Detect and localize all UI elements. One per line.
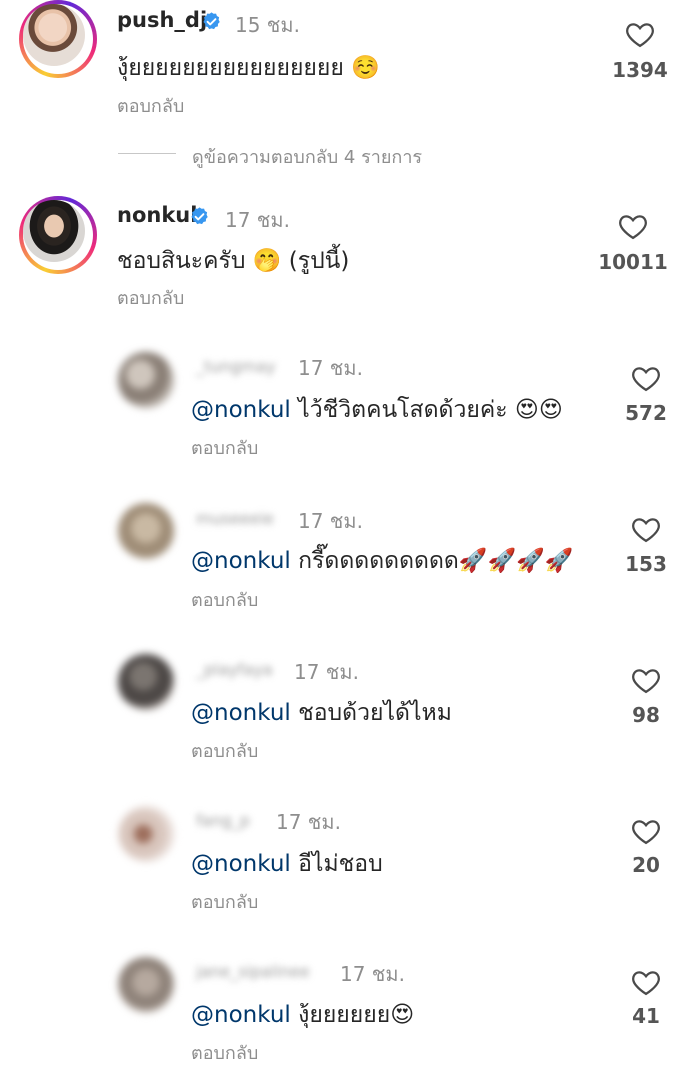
like-count: 572	[625, 401, 667, 425]
reply-button[interactable]: ตอบกลับ	[191, 433, 258, 462]
divider	[118, 153, 176, 154]
username[interactable]: _tungmay	[196, 357, 276, 376]
timestamp: 17 ชม.	[298, 509, 363, 533]
like-count: 1394	[612, 58, 668, 82]
view-replies-label: ดูข้อความตอบกลับ 4 รายการ	[192, 147, 423, 168]
verified-badge-icon	[191, 207, 208, 225]
mention-link[interactable]: @nonkul	[191, 397, 291, 423]
heart-icon[interactable]	[631, 364, 661, 392]
reply-button[interactable]: ตอบกลับ	[191, 585, 258, 614]
heart-icon[interactable]	[631, 817, 661, 845]
timestamp: 17 ชม.	[340, 962, 405, 986]
heart-icon[interactable]	[631, 515, 661, 543]
heart-icon[interactable]	[631, 968, 661, 996]
mention-link[interactable]: @nonkul	[191, 1002, 291, 1028]
like-count: 20	[632, 853, 660, 877]
heart-icon[interactable]	[631, 666, 661, 694]
heart-icon[interactable]	[625, 20, 655, 48]
avatar[interactable]	[118, 352, 174, 408]
verified-badge-icon	[203, 12, 220, 30]
timestamp: 15 ชม.	[235, 13, 300, 37]
mention-link[interactable]: @nonkul	[191, 700, 291, 726]
comment-text: ชอบสินะครับ 🤭 (รูปนี้)	[117, 248, 350, 274]
username[interactable]: jane_sipalinee	[196, 962, 310, 981]
timestamp: 17 ชม.	[298, 356, 363, 380]
username[interactable]: fang_p	[196, 811, 250, 830]
username[interactable]: nonkul	[117, 203, 197, 227]
avatar[interactable]	[19, 0, 97, 78]
avatar[interactable]	[118, 503, 174, 559]
username[interactable]: push_dj	[117, 8, 207, 32]
like-count: 153	[625, 552, 667, 576]
mention-link[interactable]: @nonkul	[191, 548, 291, 574]
timestamp: 17 ชม.	[276, 810, 341, 834]
like-count: 10011	[598, 250, 668, 274]
mention-link[interactable]: @nonkul	[191, 851, 291, 877]
username[interactable]: _playfaya	[196, 660, 273, 679]
like-count: 98	[632, 703, 660, 727]
comment-text: งุ้ยยยยยยยยยยยยยยยย ☺️	[117, 55, 380, 81]
avatar[interactable]	[19, 196, 97, 274]
avatar[interactable]	[118, 957, 174, 1013]
reply-button[interactable]: ตอบกลับ	[191, 887, 258, 916]
username[interactable]: museeeie	[196, 509, 274, 528]
reply-text: @nonkul งุ้ยยยยยย😍	[191, 1002, 415, 1028]
reply-button[interactable]: ตอบกลับ	[191, 1038, 258, 1067]
reply-text: @nonkul กรี๊ดดดดดดดดด🚀🚀🚀🚀	[191, 548, 574, 574]
timestamp: 17 ชม.	[294, 660, 359, 684]
reply-text: @nonkul ไว้ชีวิตคนโสดด้วยค่ะ 😍😍	[191, 397, 563, 423]
avatar[interactable]	[118, 806, 174, 862]
avatar[interactable]	[118, 654, 174, 710]
reply-button[interactable]: ตอบกลับ	[117, 91, 184, 120]
reply-button[interactable]: ตอบกลับ	[191, 736, 258, 765]
reply-text: @nonkul อีไม่ชอบ	[191, 851, 383, 877]
reply-button[interactable]: ตอบกลับ	[117, 283, 184, 312]
timestamp: 17 ชม.	[225, 208, 290, 232]
heart-icon[interactable]	[618, 212, 648, 240]
like-count: 41	[632, 1004, 660, 1028]
reply-text: @nonkul ชอบด้วยได้ไหม	[191, 700, 452, 726]
